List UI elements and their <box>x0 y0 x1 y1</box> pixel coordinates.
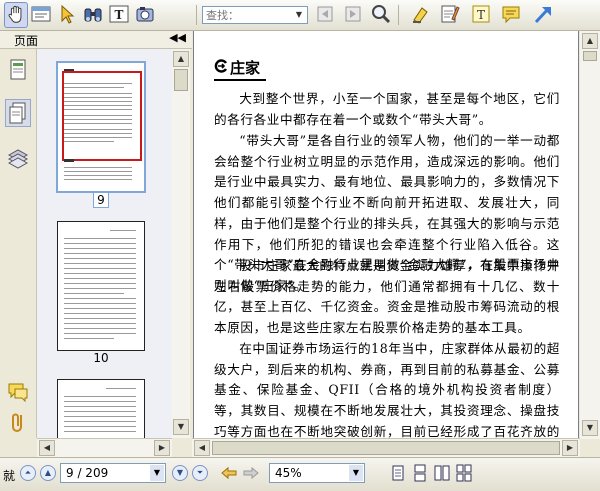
chevron-down-icon[interactable]: ▼ <box>349 465 363 481</box>
thumbnails-icon[interactable] <box>5 99 31 127</box>
continuous-view-icon[interactable] <box>412 464 428 482</box>
document-view[interactable]: 庄家 大到整个世界，小至一个国家，甚至是每个地区，它们的各行各业中都存在着一个或… <box>193 31 579 439</box>
last-page-icon[interactable]: ⏷ <box>192 465 208 481</box>
facing-view-icon[interactable] <box>434 464 450 482</box>
section-logo-icon <box>214 59 228 73</box>
scroll-left-icon[interactable]: ◀ <box>194 440 210 456</box>
text-select-icon[interactable]: T <box>108 3 130 25</box>
go-back-icon[interactable] <box>220 464 238 482</box>
page-thumbnail-11[interactable] <box>57 379 145 438</box>
scroll-down-icon[interactable]: ▼ <box>582 420 598 436</box>
scroll-left-icon[interactable]: ◀ <box>39 440 55 456</box>
paragraph: 大到整个世界，小至一个国家，甚至是每个地区，它们的各行各业中都存在着一个或数个“… <box>214 91 560 127</box>
comment-note-icon[interactable] <box>500 3 522 25</box>
comments-icon[interactable] <box>6 379 30 405</box>
chevron-down-icon[interactable]: ▼ <box>292 8 306 22</box>
snapshot-camera-icon[interactable] <box>134 3 156 25</box>
scrollbar-thumb[interactable] <box>174 69 188 91</box>
previous-page-icon[interactable]: ▲ <box>40 465 56 481</box>
page-thumbnail-10[interactable] <box>57 221 145 351</box>
text-box-icon[interactable]: T <box>470 3 492 25</box>
binoculars-icon[interactable] <box>82 3 104 25</box>
zoom-level-value: 45% <box>275 466 302 480</box>
highlight-tool-icon[interactable] <box>410 3 432 25</box>
scrollbar-thumb[interactable] <box>212 441 560 455</box>
go-forward-icon[interactable] <box>242 464 260 482</box>
page-icon[interactable] <box>6 57 30 83</box>
svg-text:T: T <box>477 8 485 22</box>
scroll-right-icon[interactable]: ▶ <box>562 440 578 456</box>
scroll-down-icon[interactable]: ▼ <box>173 419 189 435</box>
page-thumbnails: 9 10 <box>37 49 172 438</box>
side-navigation-strip <box>0 49 37 438</box>
layers-icon[interactable] <box>6 145 30 171</box>
document-page: 庄家 大到整个世界，小至一个国家，甚至是每个地区，它们的各行各业中都存在着一个或… <box>194 31 578 439</box>
search-field[interactable]: ▼ <box>202 6 308 24</box>
thumbnails-scrollbar[interactable]: ▲ ▼ <box>172 49 190 438</box>
continuous-facing-view-icon[interactable] <box>456 464 472 482</box>
paragraph: 在中国证券市场运行的18年当中，庄家群体从最初的超级大户，到后来的机构、券商，再… <box>214 341 560 439</box>
pages-pane-title: 页面 <box>14 34 39 48</box>
thumbnails-horizontal-scrollbar[interactable]: ◀ ▶ <box>37 438 172 457</box>
status-bar: 就 ⏶ ▲ 9 / 209 ▼ ▼ ⏷ 45% ▼ <box>0 457 600 491</box>
search-input[interactable] <box>203 7 294 23</box>
document-vertical-scrollbar[interactable]: ▲ ▼ <box>580 31 600 439</box>
first-page-icon[interactable]: ⏶ <box>20 465 36 481</box>
page-number-field[interactable]: 9 / 209 ▼ <box>60 463 166 483</box>
scroll-up-icon[interactable]: ▲ <box>173 51 189 67</box>
arrow-tool-icon[interactable] <box>532 3 554 25</box>
find-previous-icon[interactable] <box>314 3 336 25</box>
notepad-icon[interactable] <box>438 3 460 25</box>
current-view-indicator <box>62 71 142 161</box>
find-next-icon[interactable] <box>342 3 364 25</box>
zoom-level-field[interactable]: 45% ▼ <box>269 463 365 483</box>
hand-tool-icon[interactable] <box>4 2 28 28</box>
thumbnail-label: 9 <box>57 192 145 208</box>
document-horizontal-scrollbar[interactable]: ◀ ▶ <box>192 438 580 457</box>
single-page-view-icon[interactable] <box>390 464 406 482</box>
magnifier-search-icon[interactable] <box>370 3 392 25</box>
page-number-value: 9 / 209 <box>66 466 109 480</box>
scroll-up-icon[interactable]: ▲ <box>582 33 598 49</box>
scroll-right-icon[interactable]: ▶ <box>154 440 170 456</box>
pointer-icon[interactable] <box>56 3 78 25</box>
next-page-icon[interactable]: ▼ <box>172 465 188 481</box>
pages-pane-header: 页面 ◀◀ <box>0 31 192 49</box>
svg-text:T: T <box>115 8 124 22</box>
chevron-down-icon[interactable]: ▼ <box>150 465 164 481</box>
collapse-pane-icon[interactable]: ◀◀ <box>169 31 186 44</box>
status-text: 就 <box>3 469 16 483</box>
scrollbar-thumb[interactable] <box>583 51 597 61</box>
main-toolbar: T ▼ T <box>0 0 600 31</box>
attachment-icon[interactable] <box>6 409 30 435</box>
select-text-icon[interactable] <box>30 3 52 25</box>
thumbnail-label: 10 <box>93 351 109 365</box>
paragraph: 股市庄家最大的特点就是资金实力雄厚，有集中操作并左右股票价格走势的能力，他们通常… <box>214 258 560 336</box>
section-title: 庄家 <box>230 59 261 77</box>
page-thumbnail-9[interactable] <box>56 61 146 193</box>
